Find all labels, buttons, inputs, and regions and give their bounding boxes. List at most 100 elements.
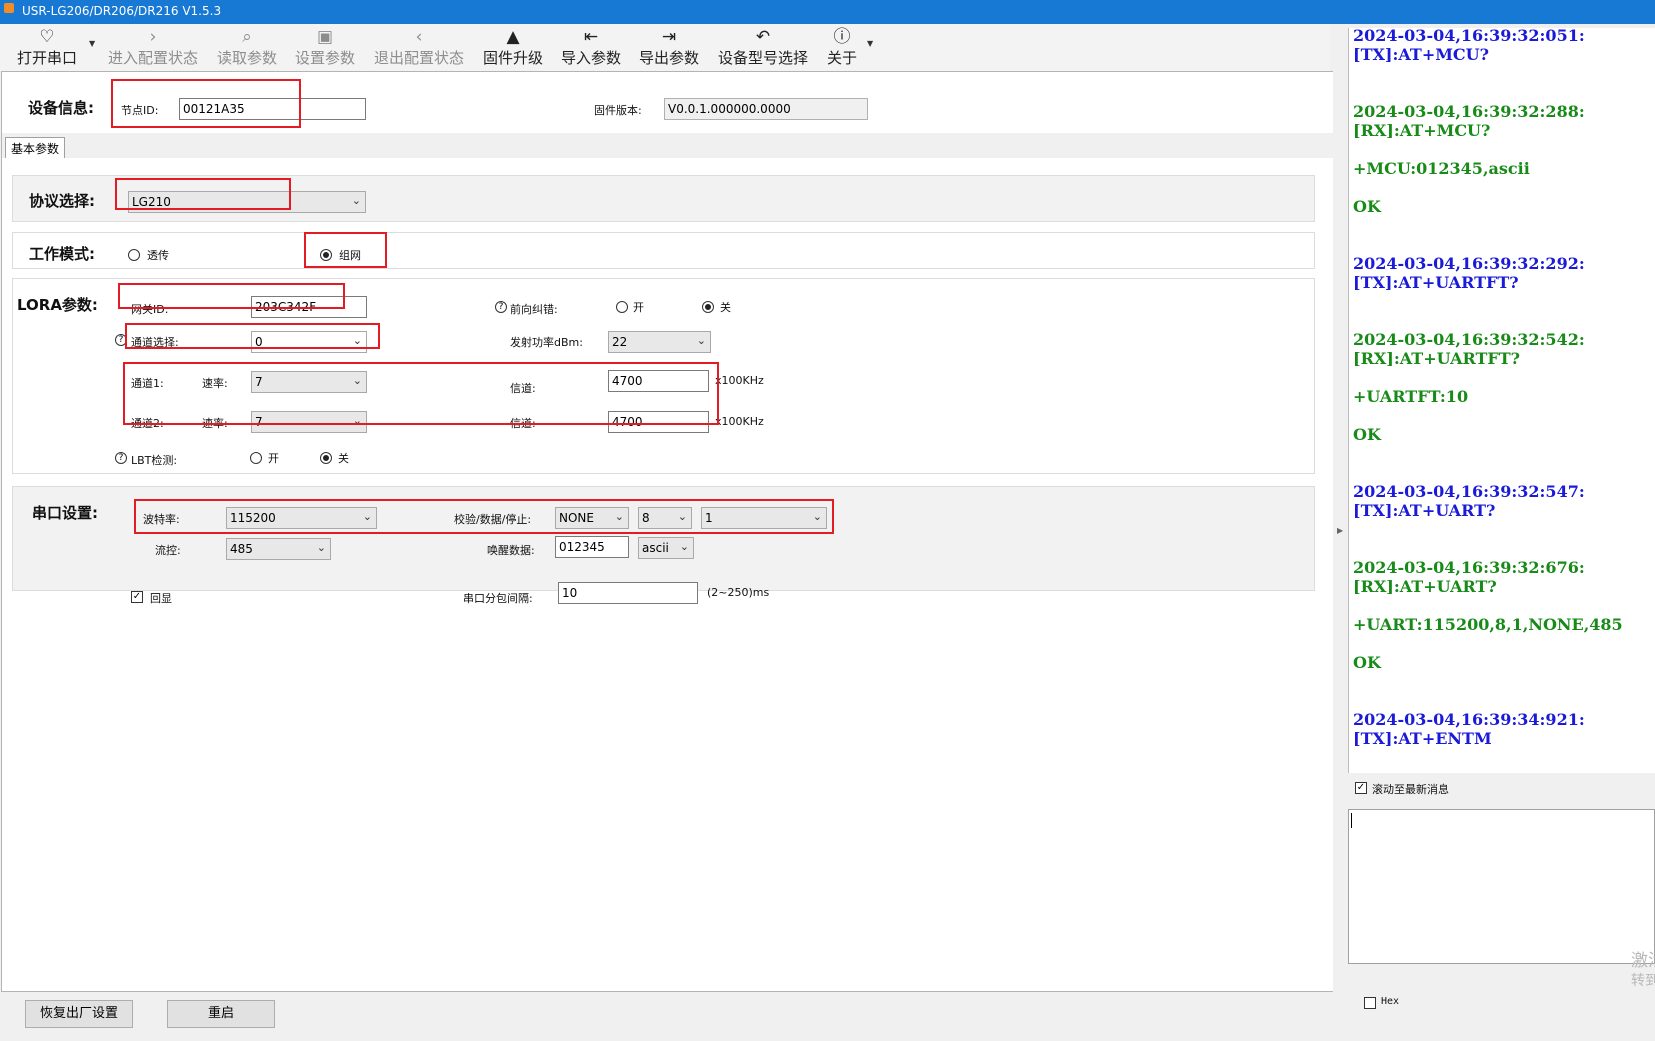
autoscroll-checkbox[interactable]: ✓ — [1355, 782, 1367, 794]
stop-bits-select[interactable]: 1 ⌄ — [701, 507, 827, 529]
lbt-on-label: 开 — [268, 452, 279, 465]
work-mode-group — [12, 232, 1315, 269]
channel2-rate-label: 速率: — [202, 417, 228, 430]
tx-power-select[interactable]: 22 ⌄ — [608, 331, 711, 353]
import-params-button[interactable]: ⇤ 导入参数 — [558, 24, 624, 70]
lora-title: LORA参数: — [17, 296, 98, 314]
chevron-down-icon: ⌄ — [812, 510, 822, 523]
echo-checkbox[interactable]: ✓ — [131, 591, 143, 603]
fec-on-radio[interactable] — [616, 301, 628, 313]
channel1-label: 通道1: — [131, 377, 164, 390]
fec-off-radio[interactable] — [702, 301, 714, 313]
about-button[interactable]: ⓘ 关于 — [824, 24, 860, 70]
lbt-off-radio[interactable] — [320, 452, 332, 464]
chevron-down-icon[interactable]: ▼ — [867, 39, 873, 48]
factory-reset-button[interactable]: 恢复出厂设置 — [25, 1000, 133, 1028]
help-icon[interactable]: ? — [495, 301, 507, 313]
log-line: OK — [1353, 653, 1381, 672]
channel1-freq-label: 信道: — [510, 382, 536, 395]
transparent-radio[interactable] — [128, 249, 140, 261]
rocket-icon: ▲ — [506, 27, 520, 47]
wake-label: 唤醒数据: — [487, 544, 535, 557]
flow-label: 流控: — [155, 544, 181, 557]
firmware-upgrade-label: 固件升级 — [482, 49, 543, 67]
gateway-id-input[interactable]: 203C342F — [251, 296, 367, 318]
chevron-down-icon: ⌄ — [362, 510, 372, 523]
channel2-label: 通道2: — [131, 417, 164, 430]
echo-label: 回显 — [150, 592, 172, 605]
check-label: 校验/数据/停止: — [454, 513, 532, 526]
device-model-button[interactable]: ↶ 设备型号选择 — [714, 24, 812, 70]
search-doc-icon: ⌕ — [242, 27, 252, 47]
help-icon[interactable]: ? — [115, 452, 127, 464]
read-params-button[interactable]: ⌕ 读取参数 — [214, 24, 280, 70]
log-line: 2024-03-04,16:39:32:292: — [1353, 254, 1585, 273]
protocol-select[interactable]: LG210 ⌄ — [128, 191, 366, 213]
channel-select-label: 通道选择: — [131, 336, 179, 349]
import-icon: ⇤ — [583, 27, 599, 47]
send-textarea[interactable] — [1348, 809, 1655, 964]
firmware-upgrade-button[interactable]: ▲ 固件升级 — [480, 24, 546, 70]
fec-off-label: 关 — [720, 301, 731, 314]
protocol-value: LG210 — [132, 195, 171, 209]
log-line: +UARTFT:10 — [1353, 387, 1469, 406]
channel1-rate-select[interactable]: 7 ⌄ — [251, 371, 367, 393]
set-params-button[interactable]: ▣ 设置参数 — [292, 24, 358, 70]
exit-config-button[interactable]: ‹ 退出配置状态 — [370, 24, 468, 70]
transparent-label: 透传 — [147, 249, 169, 262]
wake-format-select[interactable]: ascii ⌄ — [638, 537, 694, 559]
chevron-down-icon: ⌄ — [352, 414, 362, 427]
info-icon: ⓘ — [833, 27, 851, 47]
log-line: [RX]:AT+UARTFT? — [1353, 349, 1521, 368]
channel2-rate-select[interactable]: 7 ⌄ — [251, 411, 367, 433]
help-icon[interactable]: ? — [115, 334, 127, 346]
channel-select[interactable]: 0 ⌄ — [251, 331, 367, 353]
log-line: 2024-03-04,16:39:32:542: — [1353, 330, 1585, 349]
chevron-down-icon: ⌄ — [352, 374, 362, 387]
parity-select[interactable]: NONE ⌄ — [555, 507, 629, 529]
log-line: 2024-03-04,16:39:32:547: — [1353, 482, 1585, 501]
export-params-button[interactable]: ⇥ 导出参数 — [636, 24, 702, 70]
open-port-button[interactable]: ♡ 打开串口 — [14, 24, 80, 70]
text-cursor — [1351, 813, 1352, 828]
work-mode-title: 工作模式: — [29, 245, 95, 263]
network-label: 组网 — [339, 249, 361, 262]
about-label: 关于 — [826, 49, 857, 67]
log-panel[interactable]: 2024-03-04,16:39:32:051: [TX]:AT+MCU? 20… — [1348, 28, 1655, 773]
set-params-label: 设置参数 — [294, 49, 355, 67]
node-id-input[interactable]: 00121A35 — [179, 98, 366, 120]
watermark-line1: 激活 — [1631, 951, 1655, 971]
network-radio[interactable] — [320, 249, 332, 261]
chevron-down-icon[interactable]: ▼ — [89, 39, 95, 48]
log-line: [TX]:AT+ENTM — [1353, 729, 1492, 748]
splitter[interactable]: ▶ — [1333, 71, 1348, 992]
channel2-freq-input[interactable]: 4700 — [608, 411, 709, 433]
enter-config-button[interactable]: › 进入配置状态 — [104, 24, 202, 70]
wake-input[interactable]: 012345 — [555, 536, 629, 558]
channel2-rate-value: 7 — [255, 415, 263, 429]
log-line: 2024-03-04,16:39:32:051: — [1353, 28, 1585, 45]
chevron-down-icon: ⌄ — [677, 510, 687, 523]
tab-basic-params[interactable]: 基本参数 — [5, 137, 66, 158]
baud-select[interactable]: 115200 ⌄ — [226, 507, 377, 529]
chevron-right-icon: ▶ — [1337, 526, 1344, 535]
tab-strip — [2, 133, 1334, 158]
lbt-off-label: 关 — [338, 452, 349, 465]
tx-power-label: 发射功率dBm: — [510, 336, 583, 349]
save-icon: ▣ — [316, 27, 334, 47]
channel1-rate-value: 7 — [255, 375, 263, 389]
channel1-freq-input[interactable]: 4700 — [608, 370, 709, 392]
main-panel: 设备信息: 节点ID: 00121A35 固件版本: V0.0.1.000000… — [1, 71, 1335, 992]
interval-input[interactable]: 10 — [558, 582, 698, 604]
stop-bits-value: 1 — [705, 511, 713, 525]
log-line: 2024-03-04,16:39:34:921: — [1353, 710, 1585, 729]
channel-select-value: 0 — [255, 335, 263, 349]
log-line: OK — [1353, 197, 1381, 216]
flow-select[interactable]: 485 ⌄ — [226, 538, 331, 560]
data-bits-select[interactable]: 8 ⌄ — [638, 507, 692, 529]
hex-checkbox[interactable] — [1364, 997, 1376, 1009]
lbt-on-radio[interactable] — [250, 452, 262, 464]
chevron-down-icon: ⌄ — [351, 194, 361, 207]
window-title: USR-LG206/DR206/DR216 V1.5.3 — [22, 4, 222, 18]
restart-button[interactable]: 重启 — [167, 1000, 275, 1028]
